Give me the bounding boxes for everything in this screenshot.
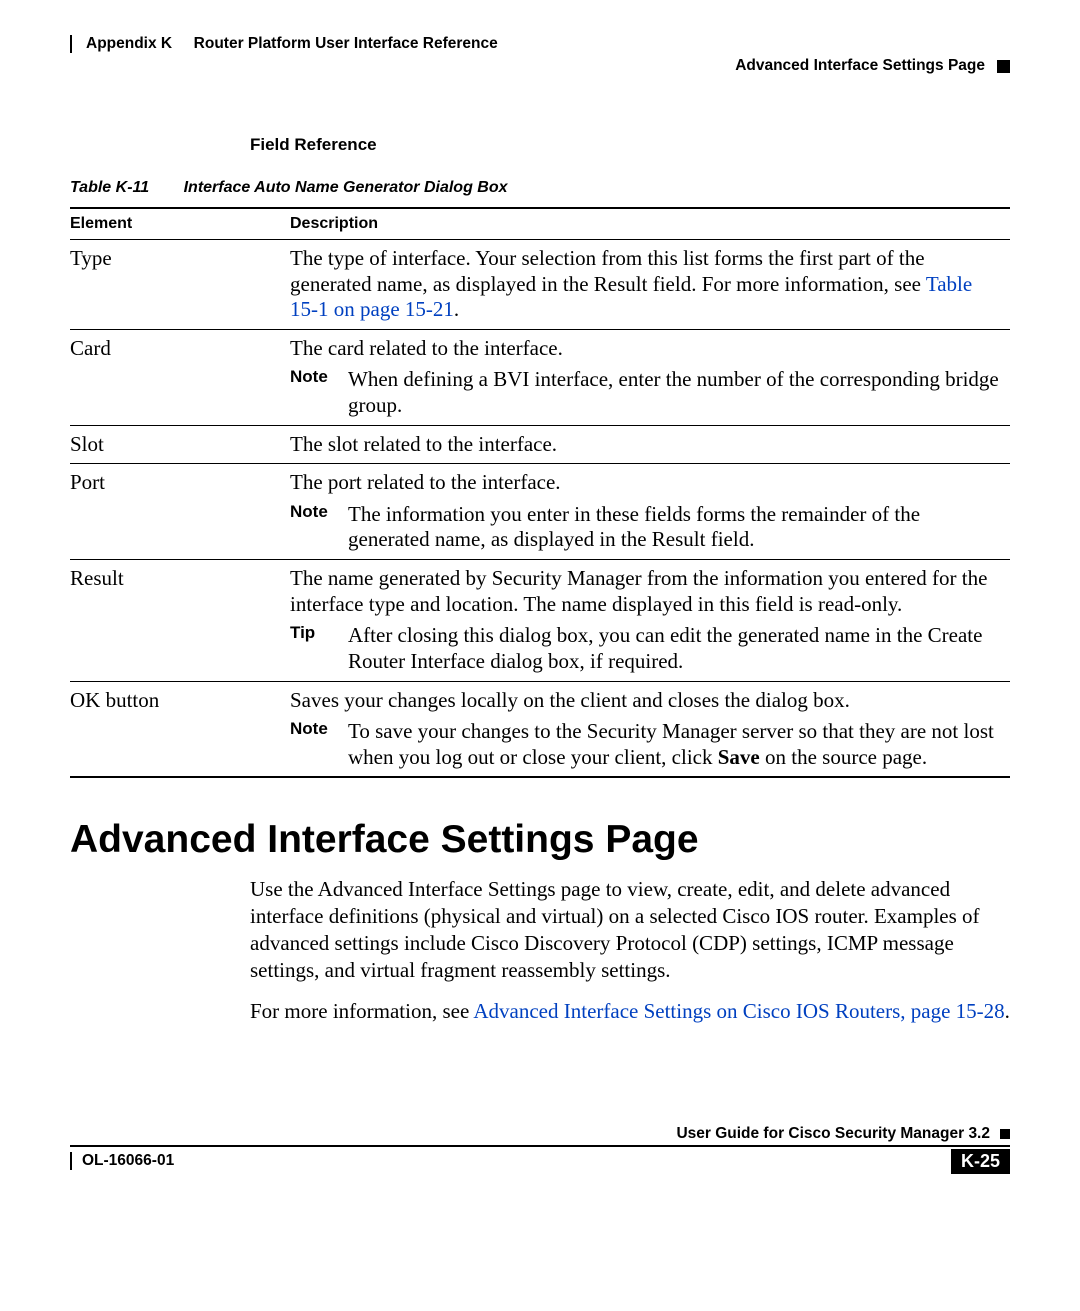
section-heading: Advanced Interface Settings Page bbox=[70, 818, 1010, 862]
doc-id: OL-16066-01 bbox=[82, 1152, 174, 1170]
footer-marker-icon bbox=[1000, 1129, 1010, 1139]
appendix-label: Appendix K bbox=[86, 35, 172, 52]
element-cell: Type bbox=[70, 240, 290, 330]
col-header-description: Description bbox=[290, 208, 1010, 240]
footer-rule-icon bbox=[70, 1152, 72, 1170]
note-label: Note bbox=[290, 719, 330, 770]
header-marker-icon bbox=[997, 60, 1010, 73]
description-cell: The card related to the interface. Note … bbox=[290, 329, 1010, 425]
table-row: Type The type of interface. Your selecti… bbox=[70, 240, 1010, 330]
note-label: Note bbox=[290, 502, 330, 553]
body-paragraph: Use the Advanced Interface Settings page… bbox=[250, 876, 1010, 984]
element-cell: Slot bbox=[70, 425, 290, 464]
page-number: K-25 bbox=[951, 1149, 1010, 1174]
note-text: To save your changes to the Security Man… bbox=[348, 719, 1000, 770]
field-reference-heading: Field Reference bbox=[250, 135, 1010, 155]
table-caption: Table K-11 Interface Auto Name Generator… bbox=[70, 179, 1010, 197]
table-row: Result The name generated by Security Ma… bbox=[70, 560, 1010, 681]
section-breadcrumb: Advanced Interface Settings Page bbox=[735, 57, 985, 75]
tip-text: After closing this dialog box, you can e… bbox=[348, 623, 1000, 674]
page-subheader: Advanced Interface Settings Page bbox=[70, 57, 1010, 75]
page-footer: User Guide for Cisco Security Manager 3.… bbox=[70, 1125, 1010, 1174]
element-cell: Result bbox=[70, 560, 290, 681]
element-cell: Card bbox=[70, 329, 290, 425]
table-title: Interface Auto Name Generator Dialog Box bbox=[184, 179, 508, 196]
guide-title: User Guide for Cisco Security Manager 3.… bbox=[676, 1125, 990, 1143]
table-row: Card The card related to the interface. … bbox=[70, 329, 1010, 425]
save-keyword: Save bbox=[718, 745, 760, 769]
table-row: OK button Saves your changes locally on … bbox=[70, 681, 1010, 777]
table-row: Slot The slot related to the interface. bbox=[70, 425, 1010, 464]
note-label: Note bbox=[290, 367, 330, 418]
page-header: Appendix K Router Platform User Interfac… bbox=[70, 35, 1010, 53]
appendix-title: Router Platform User Interface Reference bbox=[194, 35, 498, 52]
description-cell: The type of interface. Your selection fr… bbox=[290, 240, 1010, 330]
note-text: When defining a BVI interface, enter the… bbox=[348, 367, 1000, 418]
table-number: Table K-11 bbox=[70, 179, 149, 196]
col-header-element: Element bbox=[70, 208, 290, 240]
field-reference-table: Element Description Type The type of int… bbox=[70, 207, 1010, 778]
body-paragraph: For more information, see Advanced Inter… bbox=[250, 998, 1010, 1025]
description-cell: The name generated by Security Manager f… bbox=[290, 560, 1010, 681]
note-text: The information you enter in these field… bbox=[348, 502, 1000, 553]
element-cell: OK button bbox=[70, 681, 290, 777]
cross-ref-link[interactable]: Advanced Interface Settings on Cisco IOS… bbox=[473, 999, 1004, 1023]
description-cell: The port related to the interface. Note … bbox=[290, 464, 1010, 560]
tip-label: Tip bbox=[290, 623, 330, 674]
description-cell: Saves your changes locally on the client… bbox=[290, 681, 1010, 777]
table-row: Port The port related to the interface. … bbox=[70, 464, 1010, 560]
header-rule-icon bbox=[70, 35, 72, 53]
element-cell: Port bbox=[70, 464, 290, 560]
description-cell: The slot related to the interface. bbox=[290, 425, 1010, 464]
